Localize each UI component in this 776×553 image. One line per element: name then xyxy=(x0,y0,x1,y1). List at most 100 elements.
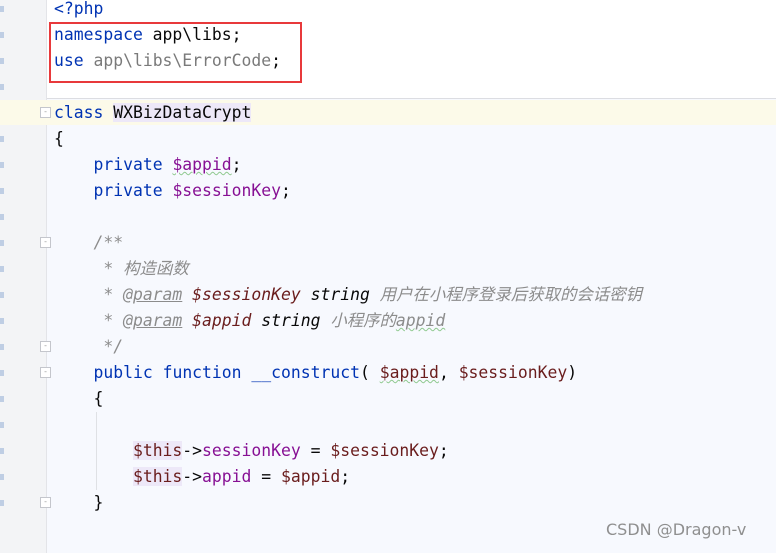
code-token: ( xyxy=(359,363,380,382)
code-token: __construct xyxy=(251,363,360,382)
fold-icon[interactable]: - xyxy=(40,341,51,352)
line-number-gutter xyxy=(0,0,47,553)
code-token: string xyxy=(251,311,321,330)
code-token: ; xyxy=(281,181,291,200)
code-token: $sessionKey xyxy=(458,363,568,382)
code-token: -> xyxy=(182,441,203,460)
code-line[interactable]: class WXBizDataCrypt xyxy=(54,100,252,126)
code-line[interactable]: <?php xyxy=(54,0,103,22)
code-token: @param xyxy=(123,285,183,304)
code-token: */ xyxy=(54,337,124,356)
code-token: function xyxy=(162,363,242,382)
method-separator xyxy=(47,98,776,99)
line-number xyxy=(0,448,4,454)
code-token: ; xyxy=(231,155,242,174)
line-number xyxy=(0,474,4,480)
fold-icon[interactable]: - xyxy=(40,107,51,118)
code-token: @param xyxy=(123,311,183,330)
code-line[interactable]: public function __construct( $appid, $se… xyxy=(54,360,577,386)
code-token: public xyxy=(93,363,153,382)
code-token: private xyxy=(93,155,163,174)
code-line[interactable]: { xyxy=(54,386,103,412)
line-number xyxy=(0,136,4,142)
code-token: WXBizDataCrypt xyxy=(113,103,252,122)
code-token: <?php xyxy=(54,0,104,18)
code-token: ; xyxy=(438,441,449,460)
line-number xyxy=(0,500,4,506)
code-line[interactable]: } xyxy=(54,490,103,516)
code-token: $sessionKey xyxy=(192,285,301,304)
watermark: CSDN @Dragon-v xyxy=(606,520,747,539)
code-token: private xyxy=(93,181,163,200)
line-number xyxy=(0,240,4,246)
red-annotation-box xyxy=(49,22,302,83)
code-token: $appid xyxy=(172,155,232,174)
code-token: * 构造函数 xyxy=(54,259,189,278)
line-number xyxy=(0,188,4,194)
code-token: , xyxy=(438,363,459,382)
code-line[interactable]: private $sessionKey; xyxy=(54,178,291,204)
code-line[interactable]: * @param $appid string 小程序的appid xyxy=(54,308,445,334)
code-token: } xyxy=(54,493,104,512)
code-line[interactable]: $this->sessionKey = $sessionKey; xyxy=(54,438,449,464)
line-number xyxy=(0,422,4,428)
line-number xyxy=(0,318,4,324)
code-token: = xyxy=(300,441,331,460)
line-number xyxy=(0,292,4,298)
code-token: $sessionKey xyxy=(172,181,281,200)
code-token: $appid xyxy=(281,467,341,486)
line-number xyxy=(0,344,4,350)
line-number xyxy=(0,214,4,220)
code-token: $this xyxy=(132,441,183,460)
fold-icon[interactable]: - xyxy=(40,237,51,248)
code-token: appid xyxy=(395,311,446,330)
code-token: = xyxy=(251,467,281,486)
line-number xyxy=(0,6,4,12)
code-token: /** xyxy=(54,233,124,252)
line-number xyxy=(0,58,4,64)
fold-icon[interactable]: - xyxy=(40,367,51,378)
line-number xyxy=(0,370,4,376)
line-number xyxy=(0,162,4,168)
code-token: -> xyxy=(182,467,203,486)
code-token: ; xyxy=(340,467,351,486)
code-line[interactable]: { xyxy=(54,126,64,152)
line-number xyxy=(0,266,4,272)
code-line[interactable]: * @param $sessionKey string 用户在小程序登录后获取的… xyxy=(54,282,642,308)
code-token: 小程序的 xyxy=(320,311,396,330)
code-token: $this xyxy=(132,467,183,486)
code-token: ) xyxy=(567,363,578,382)
code-line[interactable]: $this->appid = $appid; xyxy=(54,464,350,490)
code-token: $appid xyxy=(379,363,439,382)
code-token: appid xyxy=(202,467,252,486)
code-token: class xyxy=(54,103,104,122)
code-token: * xyxy=(54,285,124,304)
fold-icon[interactable]: - xyxy=(40,497,51,508)
code-token: sessionKey xyxy=(202,441,301,460)
line-number xyxy=(0,396,4,402)
code-token: * xyxy=(54,311,124,330)
code-line[interactable]: */ xyxy=(54,334,123,360)
line-number xyxy=(0,84,4,90)
code-line[interactable]: /** xyxy=(54,230,123,256)
code-token: { xyxy=(54,389,104,408)
code-token: string xyxy=(300,285,370,304)
code-token: 用户在小程序登录后获取的会话密钥 xyxy=(369,285,642,304)
code-token: { xyxy=(54,129,64,148)
code-token: $appid xyxy=(192,311,252,330)
code-line[interactable]: private $appid; xyxy=(54,152,242,178)
code-line[interactable]: * 构造函数 xyxy=(54,256,189,282)
line-number xyxy=(0,32,4,38)
